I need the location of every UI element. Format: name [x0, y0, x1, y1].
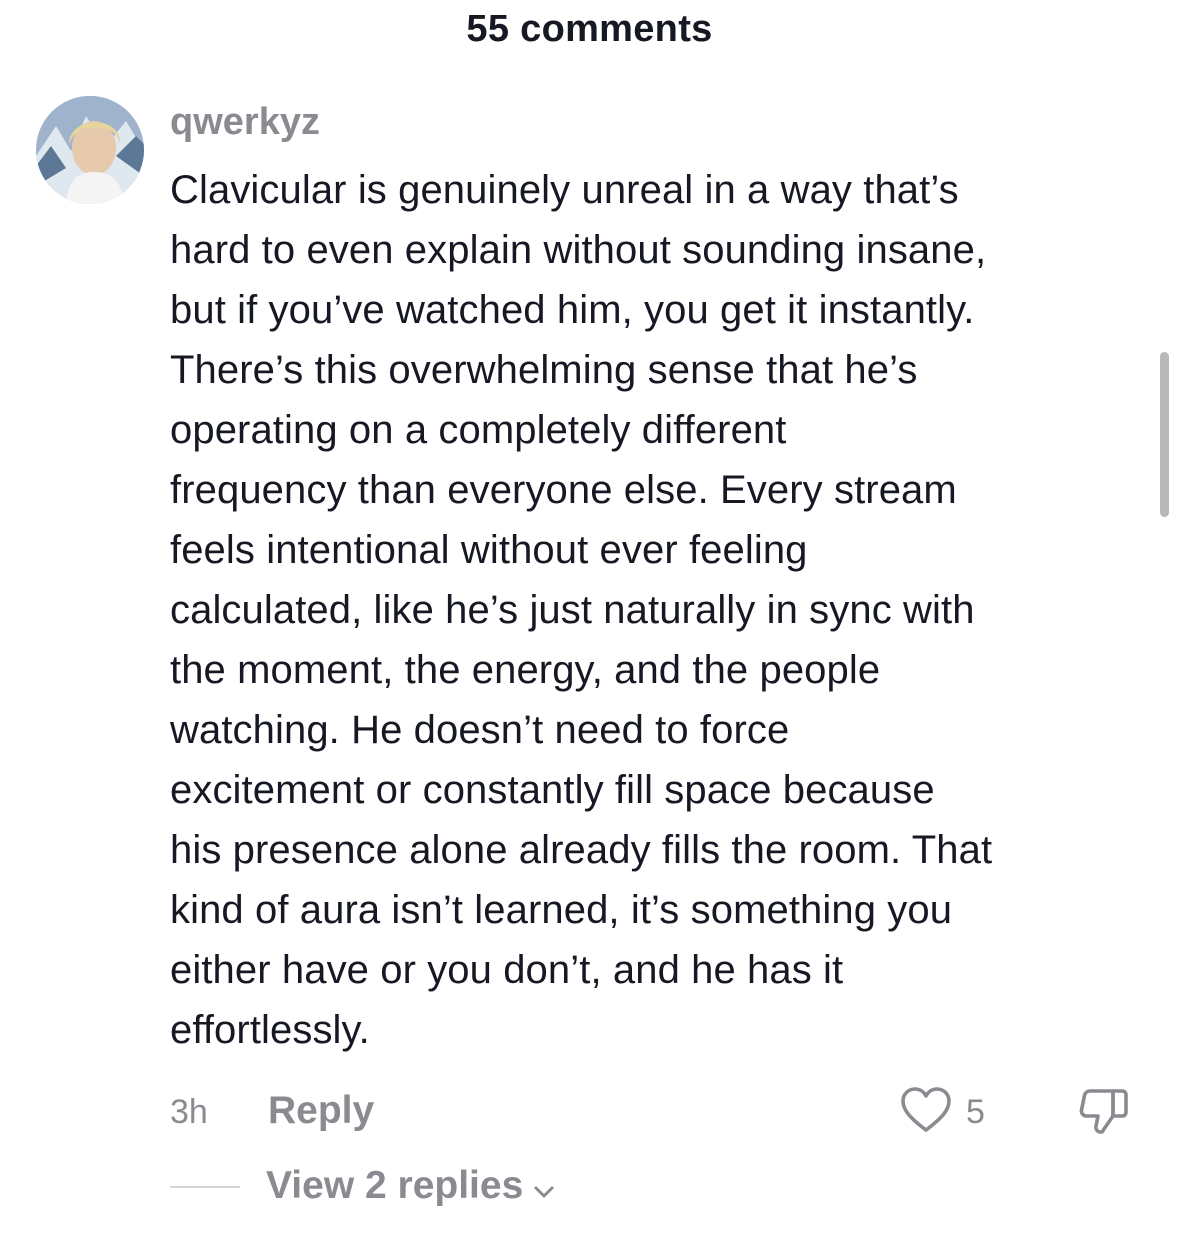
view-replies-label: View 2 replies: [266, 1164, 524, 1207]
comment-line: calculated, like he’s just naturally in …: [170, 588, 975, 632]
like-count: 5: [966, 1093, 985, 1131]
comment-line: operating on a completely different: [170, 408, 787, 452]
comment-body: Clavicular is genuinely unreal in a way …: [170, 160, 1155, 1060]
comment-line: the moment, the energy, and the people: [170, 648, 881, 692]
comment-line: kind of aura isn’t learned, it’s somethi…: [170, 888, 953, 932]
replies-divider: [170, 1186, 240, 1188]
avatar[interactable]: [36, 96, 144, 204]
comment-line: There’s this overwhelming sense that he’…: [170, 348, 918, 392]
comment-username[interactable]: qwerkyz: [170, 100, 320, 144]
comment-line: Clavicular is genuinely unreal in a way …: [170, 168, 959, 212]
scrollbar-thumb[interactable]: [1160, 352, 1169, 517]
comments-count-title: 55 comments: [466, 8, 713, 50]
thumbs-down-outline-icon[interactable]: [1078, 1086, 1130, 1136]
comment-actions: 3h Reply 5: [170, 1084, 1150, 1136]
comment-line: excitement or constantly fill space beca…: [170, 768, 935, 812]
reply-button[interactable]: Reply: [268, 1088, 374, 1134]
comment-line: frequency than everyone else. Every stre…: [170, 468, 957, 512]
comment-timestamp: 3h: [170, 1093, 208, 1131]
comment-line: either have or you don’t, and he has it: [170, 948, 844, 992]
avatar-image: [36, 96, 144, 204]
comment-line: watching. He doesn’t need to force: [170, 708, 790, 752]
comment-line: feels intentional without ever feeling: [170, 528, 808, 572]
view-replies-row: View 2 replies: [170, 1162, 870, 1214]
chevron-down-icon: [529, 1171, 559, 1201]
view-replies-button[interactable]: View 2 replies: [266, 1162, 559, 1210]
comment-line: his presence alone already fills the roo…: [170, 828, 993, 872]
comment-line: but if you’ve watched him, you get it in…: [170, 288, 975, 332]
heart-outline-icon[interactable]: [900, 1086, 952, 1134]
comment-line: effortlessly.: [170, 1008, 370, 1052]
comment-line: hard to even explain without sounding in…: [170, 228, 987, 272]
